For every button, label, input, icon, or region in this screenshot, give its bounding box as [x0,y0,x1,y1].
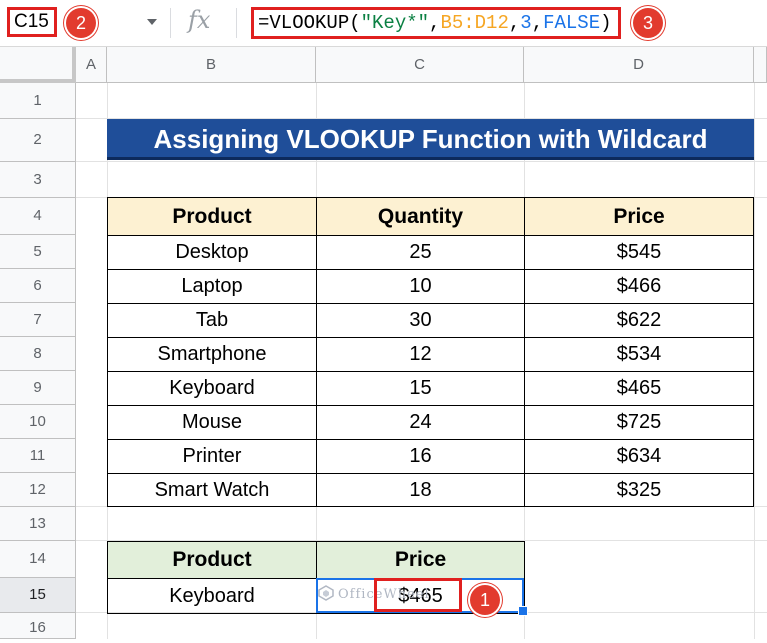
row-header-1[interactable]: 1 [0,83,76,119]
select-all-corner[interactable] [0,47,76,83]
formula-string-arg: "Key*" [360,12,430,34]
table-cell[interactable]: 12 [317,338,525,372]
table-cell[interactable]: $466 [525,270,754,304]
column-header-d[interactable]: D [524,47,754,83]
step-badge-1: 1 [470,585,500,615]
table-cell[interactable]: $622 [525,304,754,338]
chevron-down-icon[interactable] [147,19,157,25]
column-header-c[interactable]: C [316,47,524,83]
header-price[interactable]: Price [525,198,754,236]
lookup-header-price[interactable]: Price [317,542,525,579]
row-header-9[interactable]: 9 [0,371,76,405]
sheet-title: Assigning VLOOKUP Function with Wildcard [107,119,754,160]
name-box[interactable]: C15 [7,7,57,37]
table-cell[interactable]: 15 [317,372,525,406]
fill-handle[interactable] [518,606,528,616]
formula-part: , [531,12,544,34]
row-header-10[interactable]: 10 [0,405,76,439]
table-cell[interactable]: 25 [317,236,525,270]
column-header-b[interactable]: B [107,47,316,83]
highlight-box [374,578,462,612]
header-quantity[interactable]: Quantity [317,198,525,236]
formula-part: =VLOOKUP( [258,12,361,34]
product-table: Product Quantity Price Desktop 25 $545 L… [107,197,754,507]
gridline [754,83,755,639]
formula-part: , [508,12,521,34]
table-cell[interactable]: Laptop [108,270,317,304]
table-cell[interactable]: 24 [317,406,525,440]
step-badge-2: 2 [66,8,96,38]
row-header-16[interactable]: 16 [0,613,76,639]
divider [170,8,171,38]
row-header-11[interactable]: 11 [0,439,76,473]
table-cell[interactable]: 10 [317,270,525,304]
formula-bool-arg: FALSE [543,12,601,34]
row-header-2[interactable]: 2 [0,119,76,162]
row-header-8[interactable]: 8 [0,337,76,371]
table-cell[interactable]: Keyboard [108,372,317,406]
row-header-12[interactable]: 12 [0,473,76,507]
formula-part: , [429,12,441,34]
table-cell[interactable]: Tab [108,304,317,338]
table-cell[interactable]: 30 [317,304,525,338]
formula-bar: C15 2 fx =VLOOKUP("Key*",B5:D12,3,FALSE)… [0,0,767,47]
gridline [76,161,767,162]
divider [236,8,237,38]
table-cell[interactable]: $545 [525,236,754,270]
formula-input[interactable]: =VLOOKUP("Key*",B5:D12,3,FALSE) [251,7,621,39]
row-header-3[interactable]: 3 [0,162,76,198]
table-cell[interactable]: Printer [108,440,317,474]
column-header-a[interactable]: A [76,47,107,83]
row-header-5[interactable]: 5 [0,235,76,269]
header-product[interactable]: Product [108,198,317,236]
row-header-15[interactable]: 15 [0,578,76,613]
table-cell[interactable]: Smartphone [108,338,317,372]
lookup-product-cell[interactable]: Keyboard [108,579,317,614]
table-cell[interactable]: 16 [317,440,525,474]
fx-icon: fx [188,6,211,34]
row-header-13[interactable]: 13 [0,507,76,541]
row-header-6[interactable]: 6 [0,269,76,303]
formula-range-arg: B5:D12 [440,12,509,34]
table-cell[interactable]: $534 [525,338,754,372]
lookup-header-product[interactable]: Product [108,542,317,579]
row-header-7[interactable]: 7 [0,303,76,337]
row-header-14[interactable]: 14 [0,541,76,578]
table-cell[interactable]: $325 [525,474,754,507]
formula-index-arg: 3 [520,12,532,34]
table-cell[interactable]: $725 [525,406,754,440]
formula-part: ) [600,12,612,34]
row-header-4[interactable]: 4 [0,198,76,235]
table-cell[interactable]: Mouse [108,406,317,440]
table-cell[interactable]: Smart Watch [108,474,317,507]
table-cell[interactable]: $634 [525,440,754,474]
table-cell[interactable]: Desktop [108,236,317,270]
step-badge-3: 3 [633,8,663,38]
table-cell[interactable]: 18 [317,474,525,507]
column-header-e[interactable] [754,47,767,83]
table-cell[interactable]: $465 [525,372,754,406]
